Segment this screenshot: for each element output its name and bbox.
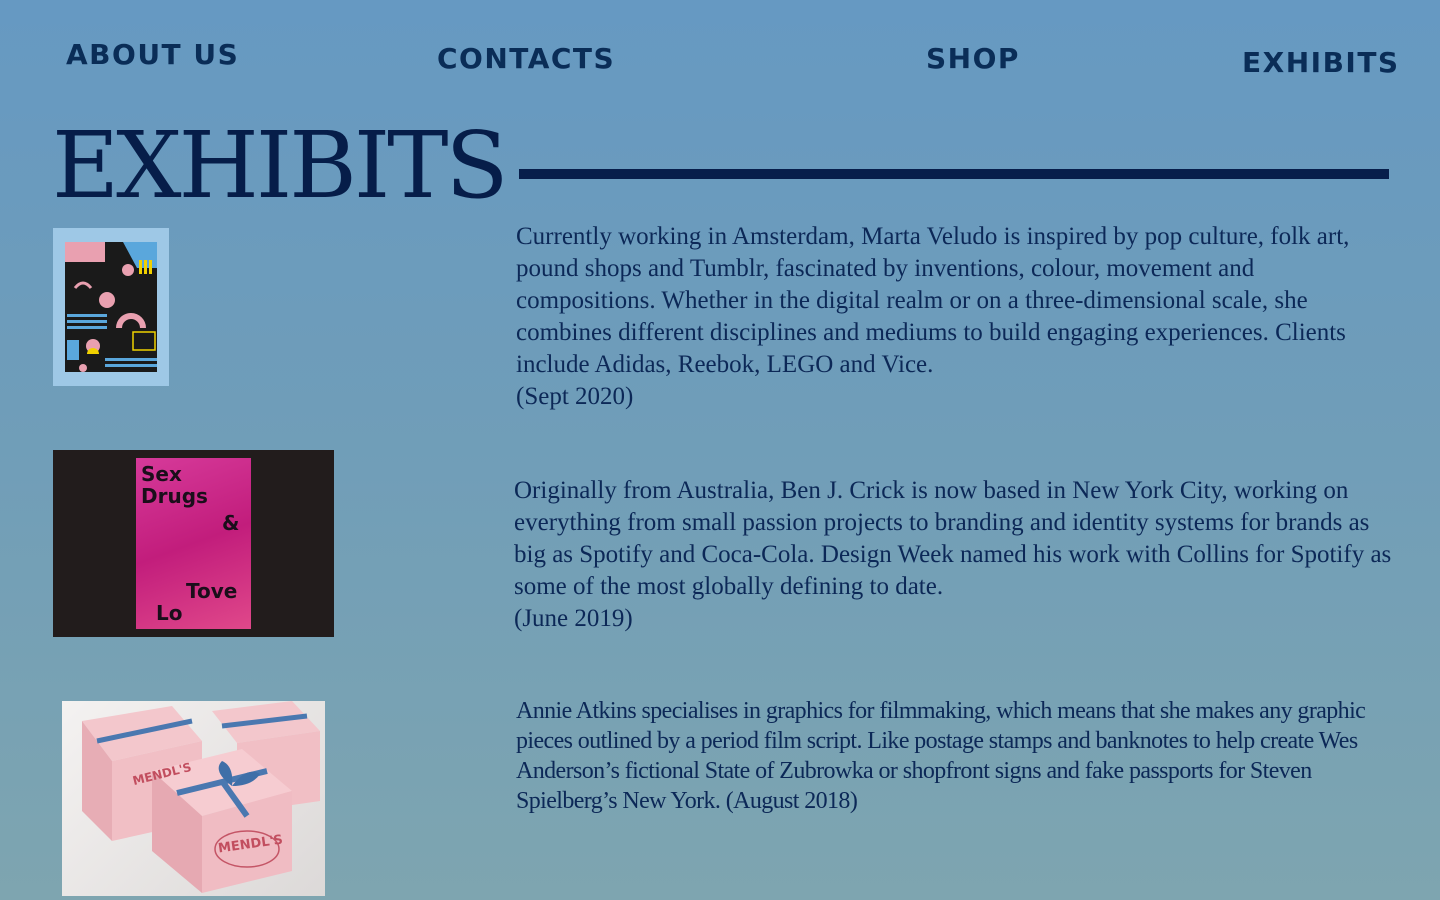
poster-word-drugs: Drugs (141, 484, 208, 508)
poster-word-sex: Sex (141, 462, 182, 486)
nav-exhibits-link[interactable]: EXHIBITS (1242, 49, 1400, 77)
exhibit-1-date: (Sept 2020) (516, 383, 634, 410)
title-divider (519, 169, 1389, 179)
exhibit-1-text: Currently working in Amsterdam, Marta Ve… (516, 223, 1350, 378)
exhibit-1-description: Currently working in Amsterdam, Marta Ve… (516, 221, 1396, 413)
exhibit-2-date: (June 2019) (514, 605, 633, 632)
poster-word-and: & (222, 511, 240, 535)
page-title: EXHIBITS (52, 112, 509, 219)
exhibit-3-description: Annie Atkins specialises in graphics for… (516, 696, 1396, 816)
exhibit-2-description: Originally from Australia, Ben J. Crick … (514, 475, 1394, 635)
exhibit-2-text: Originally from Australia, Ben J. Crick … (514, 477, 1392, 600)
exhibit-1-image[interactable] (53, 228, 169, 386)
nav-shop-link[interactable]: SHOP (926, 45, 1020, 73)
nav-contacts-link[interactable]: CONTACTS (437, 45, 615, 73)
nav-about-us-link[interactable]: ABOUT US (66, 41, 239, 69)
geometric-poster-artwork (65, 242, 157, 372)
tove-lo-poster: Sex Drugs & Tove Lo (136, 458, 251, 629)
pastry-boxes-photo (82, 701, 320, 893)
exhibit-3-text: Annie Atkins specialises in graphics for… (516, 698, 1366, 814)
exhibit-3-image[interactable]: MENDL'S MENDL'S (62, 701, 325, 896)
poster-word-lo: Lo (156, 601, 183, 625)
poster-word-tove: Tove (186, 579, 238, 603)
exhibit-2-image[interactable]: Sex Drugs & Tove Lo (53, 450, 334, 637)
